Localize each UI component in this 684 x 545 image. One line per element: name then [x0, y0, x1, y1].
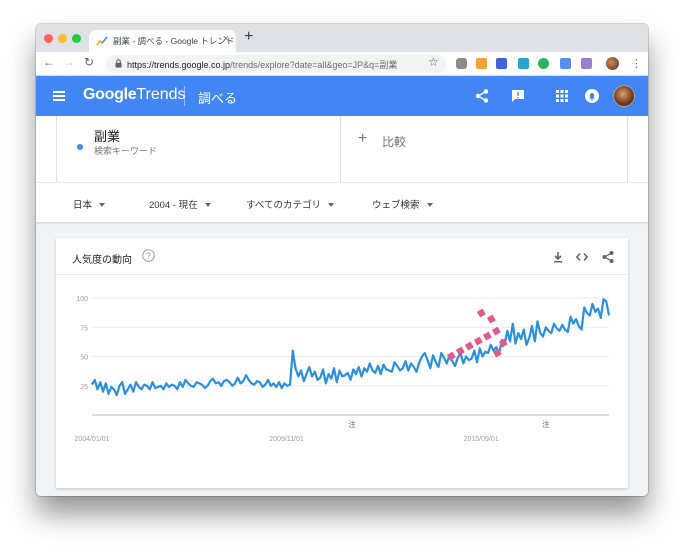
minimize-window-button[interactable] — [58, 34, 67, 43]
search-type-value: ウェブ検索 — [372, 200, 420, 211]
x-tick-label: 2004/01/01 — [74, 436, 109, 443]
url-text: https://trends.google.co.jp/trends/explo… — [127, 58, 397, 71]
svg-text:?: ? — [146, 251, 151, 261]
note-marker: 注 — [542, 419, 550, 429]
region-dropdown[interactable]: 日本 — [73, 197, 106, 211]
trends-header: GoogleTrends 調べる — [36, 76, 648, 116]
compare-label[interactable]: 比較 — [382, 133, 406, 150]
interest-over-time-card: 人気度の動向 ? 25 50 75 100 2004/01/01 2009/11… — [56, 238, 628, 488]
chevron-down-icon — [327, 203, 334, 207]
y-tick-label: 50 — [80, 355, 88, 362]
search-terms-row: 副業 検索キーワード + 比較 — [36, 116, 648, 182]
annotation-arrow — [446, 308, 508, 361]
search-type-dropdown[interactable]: ウェブ検索 — [372, 197, 433, 211]
share-icon[interactable] — [474, 88, 490, 104]
address-bar[interactable]: https://trends.google.co.jp/trends/explo… — [106, 55, 446, 73]
arrow-segment — [455, 346, 465, 356]
browser-window: 副業 - 調べる - Google トレンド × + ← → ↻ https:/… — [36, 24, 648, 496]
card-share-icon[interactable] — [601, 250, 615, 264]
apps-grid-icon[interactable] — [554, 88, 570, 104]
help-icon[interactable]: ? — [142, 249, 155, 262]
zoom-window-button[interactable] — [72, 34, 81, 43]
arrow-segment — [486, 314, 496, 324]
logo-brand: Google — [83, 86, 137, 103]
note-marker: 注 — [348, 419, 356, 429]
main-menu-icon[interactable] — [53, 91, 65, 101]
trends-favicon-icon — [96, 36, 108, 46]
card-title: 人気度の動向 — [72, 255, 132, 266]
url-host: https://trends.google.co.jp — [127, 60, 231, 70]
feedback-icon[interactable] — [510, 88, 526, 104]
translate-extension-icon[interactable] — [581, 58, 592, 69]
browser-toolbar: ← → ↻ https://trends.google.co.jp/trends… — [36, 52, 648, 76]
filter-bar: 日本 2004 - 現在 すべてのカテゴリ ウェブ検索 — [36, 182, 648, 222]
tab-close-icon[interactable]: × — [223, 33, 229, 45]
header-divider — [184, 86, 185, 106]
arrow-segment — [482, 331, 492, 341]
chevron-down-icon — [204, 203, 211, 207]
search-term-box[interactable]: 副業 検索キーワード — [56, 116, 341, 182]
browser-tab[interactable]: 副業 - 調べる - Google トレンド × — [89, 30, 236, 52]
browser-profile-avatar[interactable] — [606, 57, 619, 70]
chevron-down-icon — [99, 203, 106, 207]
y-tick-label: 100 — [76, 296, 88, 303]
browser-menu-icon[interactable]: ⋮ — [631, 57, 642, 70]
forward-icon[interactable]: → — [62, 55, 76, 69]
period-value: 2004 - 現在 — [149, 200, 198, 211]
arrow-segment — [491, 326, 501, 336]
y-tick-label: 25 — [80, 384, 88, 391]
workflow-extension-icon[interactable] — [518, 58, 529, 69]
arrow-segment — [473, 336, 483, 346]
lock-icon — [115, 59, 122, 68]
window-extension-icon[interactable] — [560, 58, 571, 69]
tab-title: 副業 - 調べる - Google トレンド — [113, 36, 235, 46]
download-icon[interactable] — [551, 250, 565, 264]
region-value: 日本 — [73, 200, 93, 211]
card-divider — [56, 274, 628, 275]
evernote-extension-icon[interactable] — [538, 58, 549, 69]
series-line — [91, 298, 611, 397]
close-window-button[interactable] — [44, 34, 53, 43]
logo-product: Trends — [136, 86, 186, 103]
page-title: 調べる — [198, 91, 238, 106]
chart-extension-icon[interactable] — [476, 58, 487, 69]
interest-line-chart: 25 50 75 100 2004/01/01 2009/11/01 2015/09/01… — [74, 296, 611, 443]
arrow-segment — [464, 341, 474, 351]
arrow-segment — [476, 308, 486, 318]
back-icon[interactable]: ← — [42, 55, 56, 69]
chevron-down-icon — [426, 203, 433, 207]
main-content: 副業 検索キーワード + 比較 日本 2004 - 現在 すべてのカテゴリ ウェ… — [36, 116, 648, 496]
url-path: /trends/explore?date=all&geo=JP&q=副業 — [230, 60, 398, 70]
new-tab-button[interactable]: + — [244, 28, 253, 46]
category-value: すべてのカテゴリ — [246, 200, 321, 211]
embed-code-icon[interactable] — [575, 250, 589, 264]
search-term-type: 検索キーワード — [94, 146, 158, 156]
account-avatar[interactable] — [613, 85, 635, 107]
y-tick-label: 75 — [80, 325, 88, 332]
x-tick-label: 2015/09/01 — [464, 436, 499, 443]
add-comparison-icon[interactable]: + — [358, 130, 367, 148]
camera-extension-icon[interactable] — [456, 58, 467, 69]
reload-icon[interactable]: ↻ — [82, 55, 96, 69]
search-term-text[interactable]: 副業 — [94, 126, 120, 145]
period-dropdown[interactable]: 2004 - 現在 — [149, 197, 211, 211]
info-extension-icon[interactable] — [496, 58, 507, 69]
compare-box[interactable]: + 比較 — [342, 116, 628, 182]
google-trends-logo[interactable]: GoogleTrends — [83, 86, 186, 104]
notifications-bell-icon[interactable] — [584, 88, 600, 104]
series-color-dot — [77, 144, 83, 150]
bookmark-star-icon[interactable]: ☆ — [428, 55, 439, 69]
category-dropdown[interactable]: すべてのカテゴリ — [246, 197, 334, 211]
x-tick-label: 2009/11/01 — [269, 436, 304, 443]
tab-bar: 副業 - 調べる - Google トレンド × + — [36, 24, 648, 52]
